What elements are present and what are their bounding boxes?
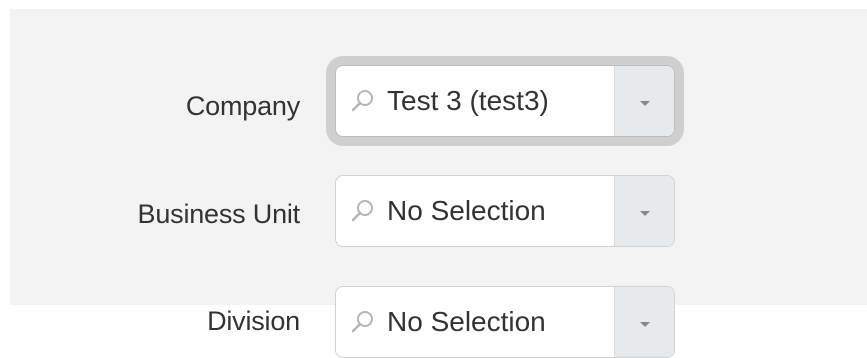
search-icon bbox=[351, 90, 373, 112]
company-value[interactable]: Test 3 (test3) bbox=[387, 85, 549, 117]
division-label: Division bbox=[207, 306, 300, 336]
business-unit-label: Business Unit bbox=[137, 199, 301, 229]
business-unit-combobox[interactable]: No Selection bbox=[335, 175, 675, 247]
division-dropdown-button[interactable] bbox=[614, 287, 674, 357]
company-label: Company bbox=[185, 91, 300, 121]
search-icon bbox=[351, 200, 373, 222]
search-icon bbox=[351, 311, 373, 333]
division-combobox[interactable]: No Selection bbox=[335, 286, 675, 358]
division-value[interactable]: No Selection bbox=[387, 306, 546, 338]
chevron-down-icon bbox=[640, 211, 650, 216]
business-unit-dropdown-button[interactable] bbox=[614, 176, 674, 246]
chevron-down-icon bbox=[640, 322, 650, 327]
business-unit-value[interactable]: No Selection bbox=[387, 195, 546, 227]
company-combobox[interactable]: Test 3 (test3) bbox=[335, 65, 675, 137]
company-dropdown-button[interactable] bbox=[614, 66, 674, 136]
form-panel: Company Test 3 (test3) Business Unit No … bbox=[10, 9, 867, 358]
chevron-down-icon bbox=[640, 101, 650, 106]
